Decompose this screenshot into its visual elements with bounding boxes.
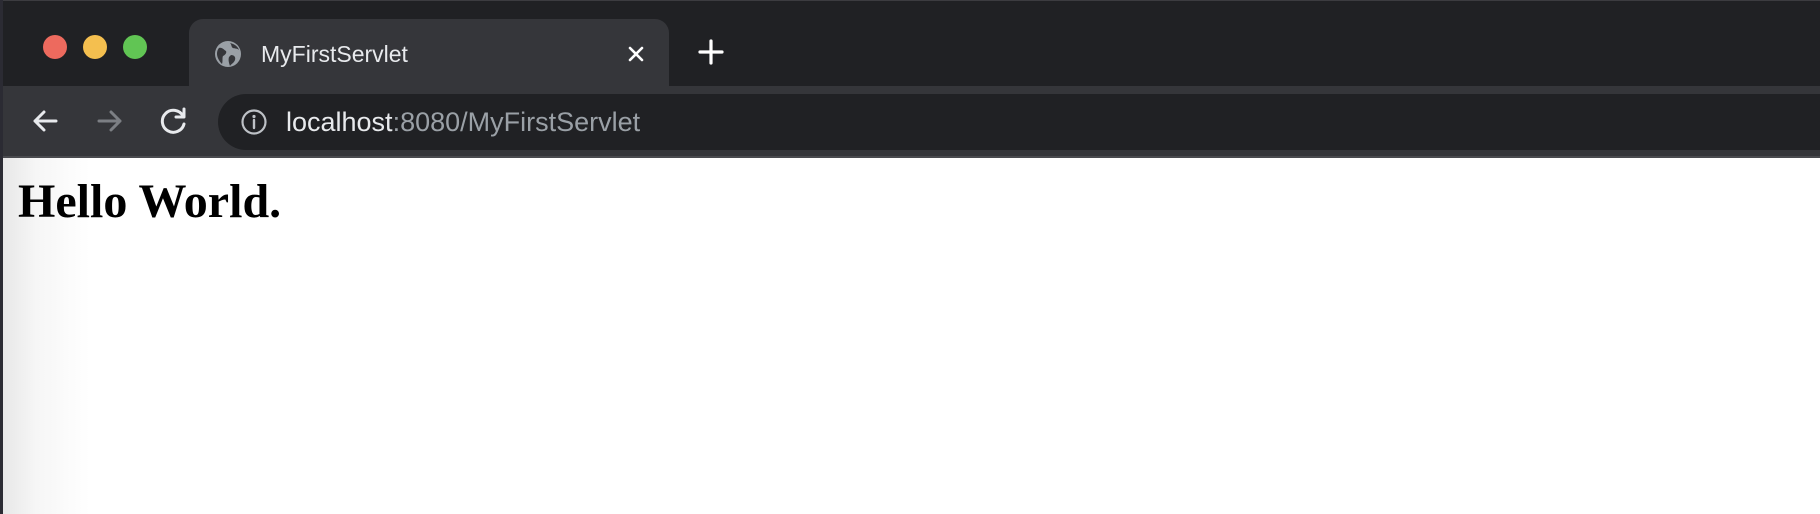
browser-toolbar: localhost:8080/MyFirstServlet	[0, 86, 1820, 158]
close-icon[interactable]	[623, 41, 649, 67]
reload-icon[interactable]	[157, 104, 191, 138]
arrow-right-icon[interactable]	[93, 104, 127, 138]
page-content: Hello World.	[0, 158, 1820, 514]
globe-icon	[215, 41, 241, 67]
arrow-left-icon[interactable]	[28, 104, 62, 138]
tab-myfirstservlet[interactable]: MyFirstServlet	[189, 19, 669, 87]
browser-window: MyFirstServlet localhost:8080/MyFirstSer…	[0, 0, 1820, 514]
url-path: :8080/MyFirstServlet	[392, 107, 641, 137]
page-heading: Hello World.	[18, 175, 282, 228]
url-host: localhost	[286, 107, 393, 137]
title-bar: MyFirstServlet	[0, 0, 1820, 87]
minimize-window-button[interactable]	[83, 35, 107, 59]
plus-icon[interactable]	[696, 37, 726, 67]
info-icon[interactable]	[240, 108, 268, 136]
tab-title: MyFirstServlet	[261, 41, 408, 67]
close-window-button[interactable]	[43, 35, 67, 59]
url-text[interactable]: localhost:8080/MyFirstServlet	[286, 106, 640, 138]
window-edge	[0, 0, 3, 514]
zoom-window-button[interactable]	[123, 35, 147, 59]
address-bar[interactable]: localhost:8080/MyFirstServlet	[218, 94, 1820, 150]
